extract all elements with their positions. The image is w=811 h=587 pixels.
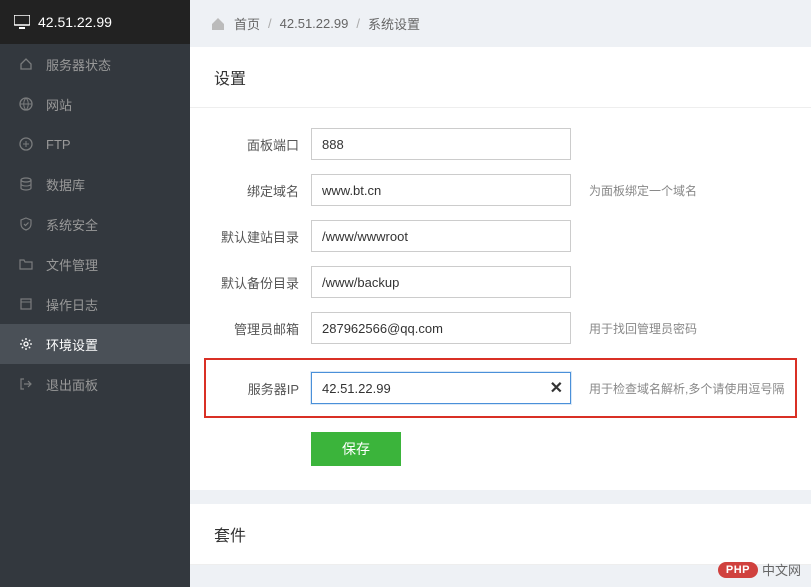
header-ip: 42.51.22.99 (38, 14, 112, 30)
ftp-icon (18, 136, 34, 152)
gear-icon (18, 336, 34, 352)
backupdir-label: 默认备份目录 (214, 273, 299, 292)
sidebar-item-label: 数据库 (46, 175, 85, 194)
settings-panel: 设置 面板端口 绑定域名 为面板绑定一个域名 默认建站目录 默认备份目录 管理员… (190, 47, 811, 490)
form-row-port: 面板端口 (214, 128, 787, 160)
monitor-icon (14, 15, 30, 29)
save-button[interactable]: 保存 (311, 432, 401, 466)
sidebar-item-label: 操作日志 (46, 295, 98, 314)
home-icon (210, 16, 226, 32)
form-row-email: 管理员邮箱 用于找回管理员密码 (214, 312, 787, 344)
port-input[interactable] (311, 128, 571, 160)
form-row-domain: 绑定域名 为面板绑定一个域名 (214, 174, 787, 206)
form-row-sitedir: 默认建站目录 (214, 220, 787, 252)
email-label: 管理员邮箱 (214, 319, 299, 338)
breadcrumb-home[interactable]: 首页 (234, 14, 260, 33)
sidebar-item-label: 系统安全 (46, 215, 98, 234)
serverip-hint: 用于检查域名解析,多个请使用逗号隔 (589, 380, 784, 397)
sidebar-item-label: FTP (46, 137, 71, 152)
email-hint: 用于找回管理员密码 (589, 320, 697, 337)
serverip-input[interactable] (311, 372, 571, 404)
sidebar-item-label: 网站 (46, 95, 72, 114)
sidebar-item-security[interactable]: 系统安全 (0, 204, 190, 244)
breadcrumb: 首页 / 42.51.22.99 / 系统设置 (190, 0, 811, 47)
folder-icon (18, 256, 34, 272)
panel-body: 面板端口 绑定域名 为面板绑定一个域名 默认建站目录 默认备份目录 管理员邮箱 … (190, 108, 811, 490)
sidebar-item-ftp[interactable]: FTP (0, 124, 190, 164)
sidebar-item-files[interactable]: 文件管理 (0, 244, 190, 284)
serverip-label: 服务器IP (214, 379, 299, 398)
form-row-serverip: 服务器IP ✕ 用于检查域名解析,多个请使用逗号隔 (204, 358, 797, 418)
sidebar-item-label: 文件管理 (46, 255, 98, 274)
calendar-icon (18, 296, 34, 312)
domain-hint: 为面板绑定一个域名 (589, 182, 697, 199)
sidebar-header: 42.51.22.99 (0, 0, 190, 44)
email-input[interactable] (311, 312, 571, 344)
form-row-backupdir: 默认备份目录 (214, 266, 787, 298)
breadcrumb-sep: / (268, 16, 272, 31)
breadcrumb-ip[interactable]: 42.51.22.99 (280, 16, 349, 31)
sidebar-item-label: 服务器状态 (46, 55, 111, 74)
sidebar-item-database[interactable]: 数据库 (0, 164, 190, 204)
home-icon (18, 56, 34, 72)
sidebar-item-settings[interactable]: 环境设置 (0, 324, 190, 364)
panel-title: 设置 (190, 47, 811, 108)
sidebar-item-label: 退出面板 (46, 375, 98, 394)
php-badge: PHP (718, 562, 758, 578)
sidebar-item-status[interactable]: 服务器状态 (0, 44, 190, 84)
backupdir-input[interactable] (311, 266, 571, 298)
domain-label: 绑定域名 (214, 181, 299, 200)
suite-panel: 套件 (190, 504, 811, 565)
database-icon (18, 176, 34, 192)
breadcrumb-current: 系统设置 (368, 14, 420, 33)
sitedir-label: 默认建站目录 (214, 227, 299, 246)
shield-icon (18, 216, 34, 232)
logout-icon (18, 376, 34, 392)
sidebar-item-label: 环境设置 (46, 335, 98, 354)
globe-icon (18, 96, 34, 112)
domain-input[interactable] (311, 174, 571, 206)
sidebar-item-logs[interactable]: 操作日志 (0, 284, 190, 324)
main-content: 首页 / 42.51.22.99 / 系统设置 设置 面板端口 绑定域名 为面板… (190, 0, 811, 587)
sidebar-item-logout[interactable]: 退出面板 (0, 364, 190, 404)
footer-logo: PHP 中文网 (718, 560, 801, 579)
footer-text: 中文网 (762, 560, 801, 579)
sidebar-item-website[interactable]: 网站 (0, 84, 190, 124)
clear-icon[interactable]: ✕ (550, 378, 563, 398)
suite-panel-title: 套件 (190, 504, 811, 565)
breadcrumb-sep: / (356, 16, 360, 31)
sitedir-input[interactable] (311, 220, 571, 252)
port-label: 面板端口 (214, 135, 299, 154)
sidebar: 42.51.22.99 服务器状态 网站 FTP 数据库 系统安全 文件管理 操… (0, 0, 190, 587)
serverip-input-wrap: ✕ (311, 372, 571, 404)
